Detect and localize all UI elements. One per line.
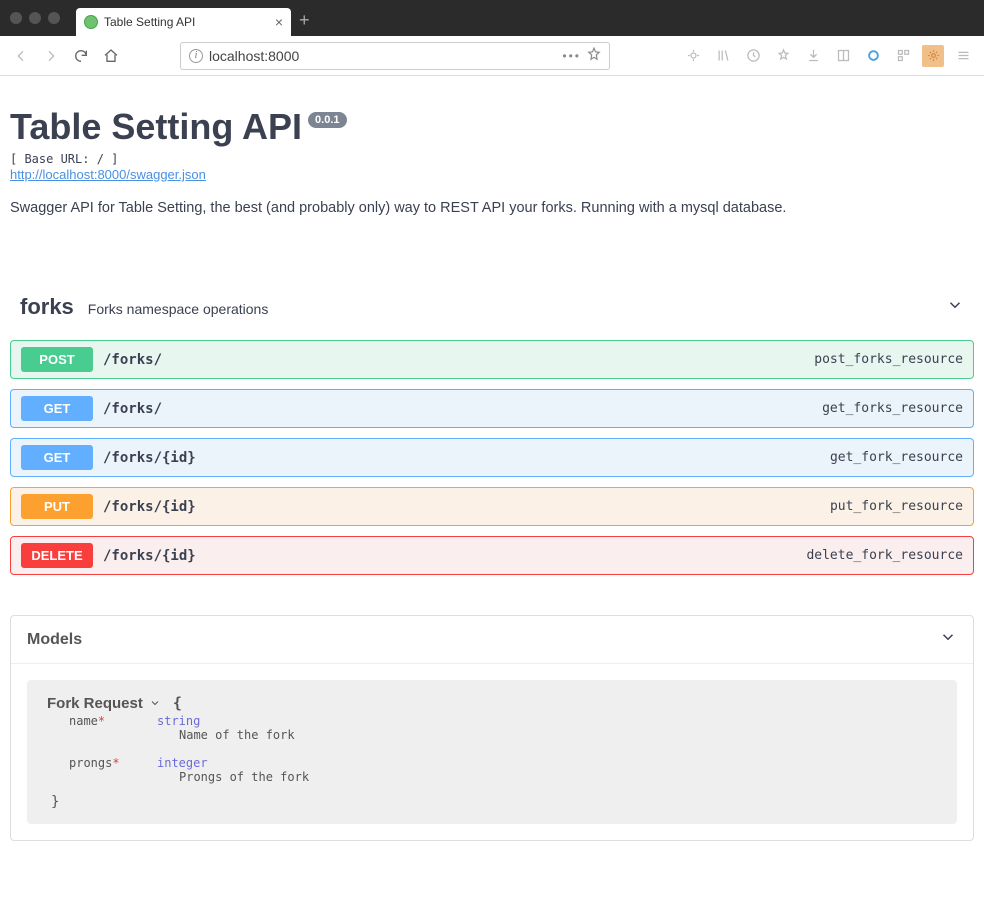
library-icon[interactable]	[712, 45, 734, 67]
operation-name: delete_fork_resource	[806, 548, 963, 563]
namespace-section: forks Forks namespace operations POST/fo…	[10, 286, 974, 575]
operation-row[interactable]: GET/forks/get_forks_resource	[10, 389, 974, 428]
operation-row[interactable]: POST/forks/post_forks_resource	[10, 340, 974, 379]
downloads-icon[interactable]	[802, 45, 824, 67]
tab-title: Table Setting API	[104, 15, 195, 29]
site-info-icon[interactable]: i	[189, 49, 203, 63]
model-property-desc: Name of the fork	[47, 728, 937, 742]
history-icon[interactable]	[742, 45, 764, 67]
favicon-icon	[84, 15, 98, 29]
namespace-name: forks	[20, 294, 74, 320]
window-controls	[10, 12, 60, 24]
minimize-window-dot[interactable]	[29, 12, 41, 24]
operation-row[interactable]: PUT/forks/{id} put_fork_resource	[10, 487, 974, 526]
operation-path: /forks/{id}	[103, 499, 196, 515]
operation-name: get_fork_resource	[830, 450, 963, 465]
page-actions-icon[interactable]: •••	[562, 49, 581, 63]
model-block: Fork Request { name*stringName of the fo…	[27, 680, 957, 824]
swagger-json-link[interactable]: http://localhost:8000/swagger.json	[10, 167, 206, 182]
models-header[interactable]: Models	[11, 616, 973, 664]
browser-tab-bar: Table Setting API × +	[0, 0, 984, 36]
model-name[interactable]: Fork Request {	[47, 694, 182, 712]
browser-tab[interactable]: Table Setting API ×	[76, 8, 291, 36]
operation-row[interactable]: DELETE/forks/{id} delete_fork_resource	[10, 536, 974, 575]
operation-name: put_fork_resource	[830, 499, 963, 514]
operation-path: /forks/{id}	[103, 450, 196, 466]
page-content: Table Setting API 0.0.1 [ Base URL: / ] …	[0, 76, 984, 881]
menu-icon[interactable]	[952, 45, 974, 67]
maximize-window-dot[interactable]	[48, 12, 60, 24]
reader-icon[interactable]	[832, 45, 854, 67]
operation-name: get_forks_resource	[822, 401, 963, 416]
operation-path: /forks/{id}	[103, 548, 196, 564]
api-title: Table Setting API	[10, 106, 302, 148]
namespace-desc: Forks namespace operations	[88, 301, 269, 317]
model-property: prongs*integer	[47, 756, 937, 770]
back-button[interactable]	[10, 45, 32, 67]
operation-path: /forks/	[103, 401, 162, 417]
models-section: Models Fork Request { name*stringName of…	[10, 615, 974, 841]
home-button[interactable]	[100, 45, 122, 67]
extension-circle-icon[interactable]	[862, 45, 884, 67]
tracking-icon[interactable]	[682, 45, 704, 67]
forward-button[interactable]	[40, 45, 62, 67]
extension-gear-icon[interactable]	[922, 45, 944, 67]
url-text: localhost:8000	[209, 48, 556, 64]
base-url-label: [ Base URL: / ]	[10, 152, 974, 166]
operation-name: post_forks_resource	[814, 352, 963, 367]
model-property: name*string	[47, 714, 937, 728]
brace-close: }	[47, 794, 937, 810]
extension-grid-icon[interactable]	[892, 45, 914, 67]
operation-path: /forks/	[103, 352, 162, 368]
bookmark-star-icon[interactable]	[772, 45, 794, 67]
method-badge: GET	[21, 445, 93, 470]
close-tab-icon[interactable]: ×	[275, 15, 283, 29]
reload-button[interactable]	[70, 45, 92, 67]
new-tab-button[interactable]: +	[299, 10, 310, 31]
browser-nav-bar: i localhost:8000 •••	[0, 36, 984, 76]
close-window-dot[interactable]	[10, 12, 22, 24]
method-badge: GET	[21, 396, 93, 421]
method-badge: PUT	[21, 494, 93, 519]
chevron-down-icon	[939, 628, 957, 651]
address-bar[interactable]: i localhost:8000 •••	[180, 42, 610, 70]
model-property-desc: Prongs of the fork	[47, 770, 937, 784]
method-badge: DELETE	[21, 543, 93, 568]
method-badge: POST	[21, 347, 93, 372]
api-description: Swagger API for Table Setting, the best …	[10, 200, 974, 216]
bookmark-icon[interactable]	[587, 47, 601, 64]
models-title: Models	[27, 631, 82, 649]
namespace-header[interactable]: forks Forks namespace operations	[10, 286, 974, 340]
operation-row[interactable]: GET/forks/{id} get_fork_resource	[10, 438, 974, 477]
api-version-badge: 0.0.1	[308, 112, 346, 128]
chevron-down-icon	[946, 296, 964, 317]
